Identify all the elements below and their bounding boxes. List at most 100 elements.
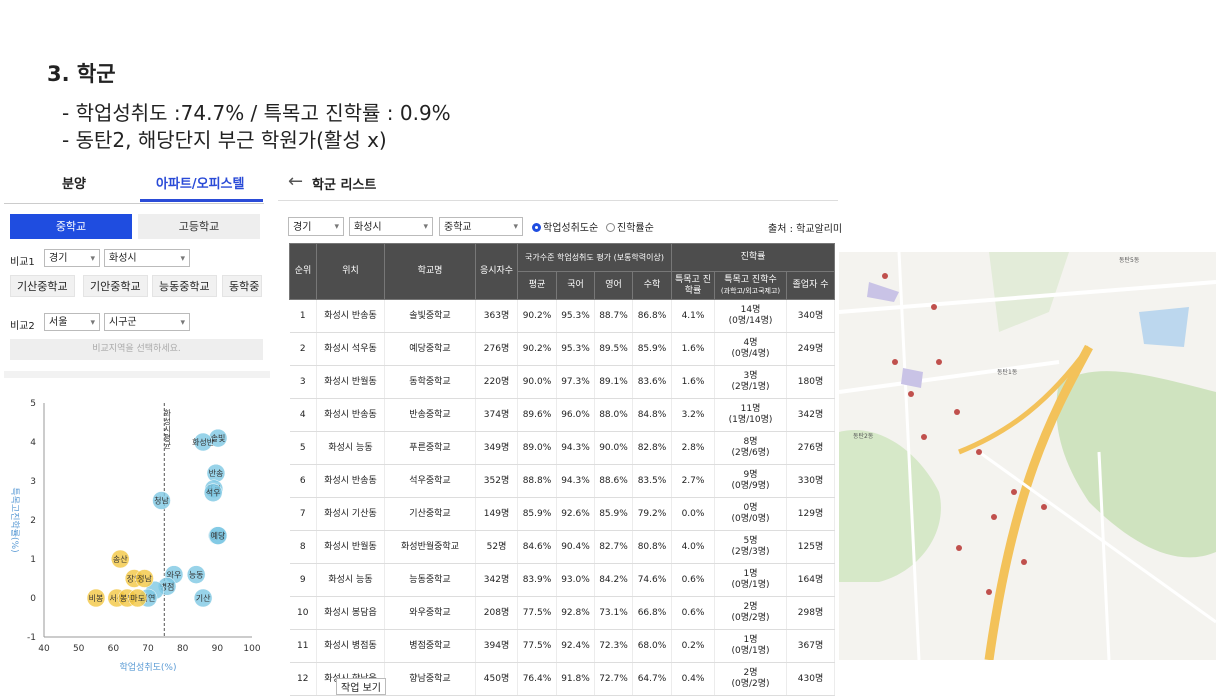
compare1-region-select[interactable]: 경기 [44, 249, 100, 268]
high-school-button[interactable]: 고등학교 [138, 214, 260, 239]
table-cell: 8명 (2명/6명) [714, 431, 787, 465]
region-select[interactable]: 경기 [288, 217, 344, 237]
table-cell: 1명 (0명/1명) [714, 563, 787, 597]
table-row[interactable]: 2 화성시 석우동 예당중학교 276명 90.2% 95.3% 89.5% 85.9% 1.6… [289, 332, 836, 366]
divider [4, 371, 270, 378]
col-special-count: 특목고 진학수 (과학고/외고국제고) [714, 271, 787, 300]
table-cell: 77.5% [517, 596, 557, 630]
table-cell: 2.8% [671, 431, 715, 465]
compare2-city-select[interactable]: 시구군 [104, 313, 190, 332]
table-row[interactable]: 1 화성시 반송동 솔빛중학교 363명 90.2% 95.3% 88.7% 86.8% 4.1… [289, 299, 836, 333]
tab-sale[interactable]: 분양 [62, 173, 86, 192]
y-axis-label: 특목고진학률(%) [9, 487, 20, 552]
table-row[interactable]: 6 화성시 반송동 석우중학교 352명 88.8% 94.3% 88.6% 83.5% 2.7… [289, 464, 836, 498]
map-view[interactable]: 동탄1동 동탄2동 동탄5동 [839, 252, 1216, 660]
table-row[interactable]: 9 화성시 능동 능동중학교 342명 83.9% 93.0% 84.2% 74.6% 0.6%… [289, 563, 836, 597]
school-chip[interactable]: 기안중학교 [83, 275, 148, 297]
table-cell: 1.6% [671, 365, 715, 399]
radio-admission[interactable]: 진학률순 [606, 219, 654, 234]
map-label: 동탄1동 [997, 368, 1018, 376]
table-cell: 149명 [475, 497, 518, 531]
table-cell: 88.0% [594, 398, 633, 432]
table-row[interactable]: 8 화성시 반월동 화성반월중학교 52명 84.6% 90.4% 82.7% 80.8% 4.… [289, 530, 836, 564]
table-cell: 276명 [475, 332, 518, 366]
table-row[interactable]: 7 화성시 기산동 기산중학교 149명 85.9% 92.6% 85.9% 79.2% 0.0… [289, 497, 836, 531]
table-cell: 84.2% [594, 563, 633, 597]
table-cell: 0.2% [671, 629, 715, 663]
x-tick-label: 100 [243, 644, 260, 654]
slide-title: 3. 학군 [47, 62, 116, 86]
table-cell: 반송중학교 [384, 398, 476, 432]
school-chip[interactable]: 능동중학교 [152, 275, 217, 297]
table-cell: 11 [289, 629, 317, 663]
school-list-panel: ← 학군 리스트 경기 화성시 중학교 학업성취도순 진학률순 출처 : 학교알… [278, 163, 842, 696]
table-row[interactable]: 5 화성시 능동 푸른중학교 349명 89.0% 94.3% 90.0% 82.8% 2.8%… [289, 431, 836, 465]
col-rank: 순위 [289, 243, 317, 300]
table-cell: 79.2% [632, 497, 672, 531]
table-cell: 3명 (2명/1명) [714, 365, 787, 399]
table-cell: 89.1% [594, 365, 633, 399]
table-cell: 97.3% [556, 365, 595, 399]
x-axis-label: 학업성취도(%) [120, 662, 177, 673]
table-cell: 0명 (0명/0명) [714, 497, 787, 531]
back-arrow-icon[interactable]: ← [288, 171, 303, 192]
y-tick-label: -1 [27, 633, 36, 643]
data-label: 화성반 [192, 438, 215, 447]
y-tick-label: 1 [30, 555, 36, 565]
compare-hint[interactable]: 비교지역을 선택하세요. [10, 339, 263, 360]
table-cell: 1명 (0명/1명) [714, 629, 787, 663]
table-row[interactable]: 3 화성시 반월동 동학중학교 220명 90.0% 97.3% 89.1% 83.6% 1.6… [289, 365, 836, 399]
table-cell: 4 [289, 398, 317, 432]
col-korean: 국어 [556, 271, 595, 300]
map-label: 동탄5동 [1119, 256, 1140, 264]
table-cell: 276명 [786, 431, 836, 465]
table-cell: 5명 (2명/3명) [714, 530, 787, 564]
table-row[interactable]: 4 화성시 반송동 반송중학교 374명 89.6% 96.0% 88.0% 84.8% 3.2… [289, 398, 836, 432]
table-cell: 88.7% [594, 299, 633, 333]
school-chip[interactable]: 기산중학교 [10, 275, 75, 297]
table-cell: 72.7% [594, 662, 633, 696]
y-tick-label: 5 [30, 399, 36, 409]
col-location: 위치 [316, 243, 385, 300]
col-count: 응시자수 [475, 243, 518, 300]
table-cell: 2.7% [671, 464, 715, 498]
table-cell: 화성시 능동 [316, 563, 385, 597]
tab-apartment[interactable]: 아파트/오피스텔 [156, 173, 244, 192]
table-row[interactable]: 10 화성시 봉담읍 와우중학교 208명 77.5% 92.8% 73.1% 66.8% 0.… [289, 596, 836, 630]
middle-school-button[interactable]: 중학교 [10, 214, 132, 239]
level-select[interactable]: 중학교 [439, 217, 523, 237]
table-cell: 4.0% [671, 530, 715, 564]
table-cell: 화성시 반월동 [316, 365, 385, 399]
tab-bar: 분양 아파트/오피스텔 [4, 163, 264, 204]
data-label: 청남 [154, 497, 169, 506]
table-cell: 96.0% [556, 398, 595, 432]
table-cell: 석우중학교 [384, 464, 476, 498]
bullet-academy: - 동탄2, 해당단지 부근 학원가(활성 x) [62, 128, 387, 152]
table-row[interactable]: 11 화성시 병점동 병점중학교 394명 77.5% 92.4% 72.3% 68.0% 0.… [289, 629, 836, 663]
popup-label[interactable]: 작업 보기 [336, 678, 386, 695]
compare1-city-select[interactable]: 화성시 [104, 249, 190, 268]
table-cell: 92.8% [556, 596, 595, 630]
compare1-label: 비교1 [10, 257, 35, 268]
table-cell: 화성시 봉담읍 [316, 596, 385, 630]
compare2-label: 비교2 [10, 321, 35, 332]
radio-achievement[interactable]: 학업성취도순 [532, 219, 598, 234]
table-cell: 화성시 기산동 [316, 497, 385, 531]
table-cell: 와우중학교 [384, 596, 476, 630]
table-cell: 95.3% [556, 332, 595, 366]
table-cell: 125명 [786, 530, 836, 564]
table-cell: 93.0% [556, 563, 595, 597]
table-cell: 349명 [475, 431, 518, 465]
school-chip[interactable]: 동학중 [222, 275, 262, 297]
table-cell: 85.9% [517, 497, 557, 531]
x-tick-label: 60 [108, 644, 120, 654]
table-cell: 430명 [786, 662, 836, 696]
table-cell: 화성시 반월동 [316, 530, 385, 564]
table-cell: 164명 [786, 563, 836, 597]
city-select[interactable]: 화성시 [349, 217, 433, 237]
col-graduates: 졸업자 수 [785, 271, 836, 300]
data-label: 비봉 [89, 594, 104, 603]
table-cell: 1.6% [671, 332, 715, 366]
compare2-region-select[interactable]: 서울 [44, 313, 100, 332]
source-label: 출처 : 학교알리미 [768, 224, 843, 235]
